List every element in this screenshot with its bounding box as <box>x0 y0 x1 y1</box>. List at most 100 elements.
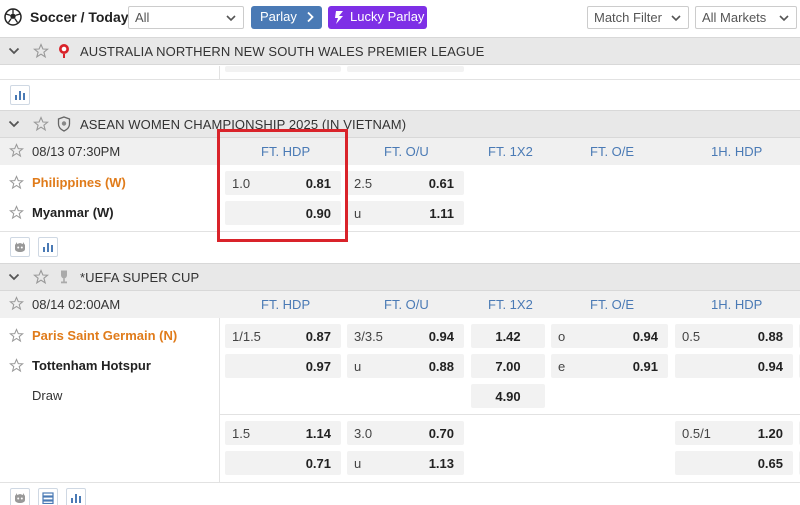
league-header[interactable]: ASEAN WOMEN CHAMPIONSHIP 2025 (IN VIETNA… <box>0 110 800 138</box>
league-header[interactable]: AUSTRALIA NORTHERN NEW SOUTH WALES PREMI… <box>0 37 800 65</box>
match-filter-dropdown[interactable]: Match Filter <box>587 6 689 29</box>
trophy-icon <box>61 270 67 284</box>
chevron-down-icon <box>671 15 681 22</box>
lucky-parlay-button[interactable]: Lucky Parlay <box>328 6 427 29</box>
column-header-ft-hdp: FT. HDP <box>261 297 311 312</box>
odds-value: 0.94 <box>428 329 454 344</box>
odds-value: 0.91 <box>632 359 658 374</box>
odds-cell-alt-1h-hdp-away[interactable]: 0.65 <box>675 451 793 475</box>
column-header-ft-ou: FT. O/U <box>384 297 429 312</box>
home-team-name: Philippines (W) <box>32 175 126 190</box>
odd-label: o <box>558 329 566 344</box>
list-button[interactable] <box>38 488 58 505</box>
chevron-down-icon[interactable] <box>8 119 20 129</box>
odds-cell-hdp-away[interactable]: 0.97 <box>225 354 341 378</box>
odds-cell-ou-over[interactable]: 3/3.5 0.94 <box>347 324 464 348</box>
odds-cell-alt-1h-hdp-home[interactable]: 0.5/1 1.20 <box>675 421 793 445</box>
draw-row: Draw <box>0 381 219 411</box>
flag-icon <box>59 44 69 58</box>
odds-cell-1h-hdp-home[interactable]: 0.5 0.88 <box>675 324 793 348</box>
star-icon[interactable] <box>33 269 49 285</box>
live-icon <box>15 242 25 252</box>
stats-button[interactable] <box>66 488 86 505</box>
team-row: Philippines (W) <box>0 168 219 198</box>
odds-cell-oe-even[interactable]: e 0.91 <box>551 354 668 378</box>
select-value: All <box>135 10 150 25</box>
divider <box>0 482 800 483</box>
chevron-down-icon[interactable] <box>8 46 20 56</box>
chevron-down-icon[interactable] <box>8 272 20 282</box>
odds-value: 0.65 <box>757 456 783 471</box>
breadcrumb: Soccer / Today <box>30 9 129 25</box>
league-header[interactable]: *UEFA SUPER CUP <box>0 263 800 291</box>
column-header-ft-oe: FT. O/E <box>590 297 635 312</box>
stats-button[interactable] <box>10 85 30 105</box>
shield-icon <box>57 116 71 132</box>
odds-value: 0.70 <box>428 426 454 441</box>
top-bar: Soccer / Today All Parlay Lucky Parlay M… <box>0 0 800 35</box>
handicap-line: 1/1.5 <box>232 329 261 344</box>
odds-value: 1.14 <box>305 426 331 441</box>
team-row: Tottenham Hotspur <box>0 351 219 381</box>
odds-value: 1.20 <box>757 426 783 441</box>
odds-value: 4.90 <box>495 389 521 404</box>
sport-filter-select[interactable]: All <box>128 6 244 29</box>
odds-cell-1x2-home[interactable]: 1.42 <box>471 324 545 348</box>
under-label: u <box>354 456 362 471</box>
odds-cell <box>347 66 464 72</box>
column-header-1h-hdp: 1H. HDP <box>711 297 763 312</box>
odds-cell-alt-hdp-away[interactable]: 0.71 <box>225 451 341 475</box>
column-header-1h-hdp: 1H. HDP <box>711 144 763 159</box>
odds-cell-alt-hdp-home[interactable]: 1.5 1.14 <box>225 421 341 445</box>
markets-dropdown[interactable]: All Markets <box>695 6 797 29</box>
odds-value: 0.94 <box>632 329 658 344</box>
parlay-button[interactable]: Parlay <box>251 6 322 29</box>
list-icon <box>42 492 54 504</box>
column-header-ft-1x2: FT. 1X2 <box>488 297 533 312</box>
odds-cell-alt-ou-over[interactable]: 3.0 0.70 <box>347 421 464 445</box>
odds-cell-ou-over[interactable]: 2.5 0.61 <box>347 171 464 195</box>
odds-cell-ou-under[interactable]: u 1.11 <box>347 201 464 225</box>
odds-cell-ou-under[interactable]: u 0.88 <box>347 354 464 378</box>
stats-button[interactable] <box>38 237 58 257</box>
odds-cell-oe-odd[interactable]: o 0.94 <box>551 324 668 348</box>
divider <box>219 318 220 482</box>
odds-value: 0.61 <box>428 176 454 191</box>
odds-value: 0.88 <box>428 359 454 374</box>
star-icon[interactable] <box>9 358 24 373</box>
league-name: AUSTRALIA NORTHERN NEW SOUTH WALES PREMI… <box>80 44 485 59</box>
odds-cell-1h-hdp-away[interactable]: 0.94 <box>675 354 793 378</box>
home-team-name: Paris Saint Germain (N) <box>32 328 178 343</box>
star-icon[interactable] <box>9 143 24 158</box>
odds-cell-1x2-away[interactable]: 7.00 <box>471 354 545 378</box>
divider <box>0 231 800 232</box>
odds-value: 1.42 <box>495 329 521 344</box>
star-icon[interactable] <box>9 296 24 311</box>
league-name: *UEFA SUPER CUP <box>80 270 200 285</box>
star-icon[interactable] <box>9 175 24 190</box>
chevron-down-icon <box>779 15 789 22</box>
stats-icon <box>71 494 81 503</box>
odds-cell-alt-ou-under[interactable]: u 1.13 <box>347 451 464 475</box>
odds-value: 1.13 <box>428 456 454 471</box>
column-header-ft-oe: FT. O/E <box>590 144 635 159</box>
stats-icon <box>43 243 53 252</box>
odds-cell-hdp-home[interactable]: 1/1.5 0.87 <box>225 324 341 348</box>
odds-value: 0.71 <box>305 456 331 471</box>
star-icon[interactable] <box>33 43 49 59</box>
soccer-ball-icon <box>4 8 22 26</box>
handicap-line: 1.5 <box>232 426 251 441</box>
match-header: 08/14 02:00AM FT. HDP FT. O/U FT. 1X2 FT… <box>0 291 800 318</box>
star-icon[interactable] <box>9 328 24 343</box>
odds-value: 7.00 <box>495 359 521 374</box>
star-icon[interactable] <box>33 116 49 132</box>
odds-cell-1x2-draw[interactable]: 4.90 <box>471 384 545 408</box>
chevron-down-icon <box>226 15 236 22</box>
chevron-right-icon <box>307 11 314 23</box>
highlight-box <box>217 129 348 242</box>
lucky-parlay-label: Lucky Parlay <box>350 9 425 24</box>
live-button[interactable] <box>10 237 30 257</box>
stats-icon <box>15 91 25 100</box>
star-icon[interactable] <box>9 205 24 220</box>
live-button[interactable] <box>10 488 30 505</box>
